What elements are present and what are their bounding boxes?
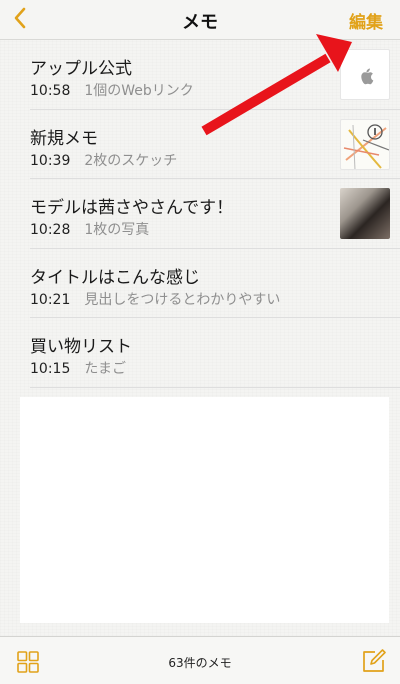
note-row[interactable]: タイトルはこんな感じ 10:21 見出しをつけるとわかりやすい [30,249,400,318]
bottom-toolbar: 63件のメモ [0,636,400,684]
note-subtitle: 10:39 2枚のスケッチ [30,150,177,170]
note-subtitle: 10:15 たまご [30,358,126,378]
notes-list: アップル公式 10:58 1個のWebリンク 新規メモ 10:39 2枚のスケッチ [0,40,400,388]
note-preview: 見出しをつけるとわかりやすい [84,291,281,308]
note-title: モデルは茜さやさんです！ [30,198,234,218]
note-preview: たまご [84,361,126,377]
note-time: 10:58 [30,83,71,99]
note-row[interactable]: 買い物リスト 10:15 たまご [30,318,400,388]
note-title: アップル公式 [30,59,132,79]
note-photo-thumbnail [340,188,390,239]
blank-overlay-card [20,397,389,623]
note-row[interactable]: モデルは茜さやさんです！ 10:28 1枚の写真 [30,179,400,249]
note-preview: 1枚の写真 [84,222,150,238]
note-time: 10:39 [30,152,71,169]
note-title: 新規メモ [30,128,98,149]
apple-logo-icon [361,68,374,85]
note-subtitle: 10:28 1枚の写真 [30,219,149,239]
note-subtitle: 10:58 1個のWebリンク [30,80,194,100]
note-thumbnail [340,118,390,170]
note-time: 10:15 [30,361,71,377]
note-time: 10:28 [30,222,71,238]
note-preview: 2枚のスケッチ [84,152,178,169]
note-title: 買い物リスト [30,337,132,357]
sketch-map-icon [343,123,389,169]
note-count-label: 63件のメモ [168,656,232,670]
compose-icon [363,649,386,672]
note-preview: 1個のWebリンク [84,83,194,99]
note-row[interactable]: アップル公式 10:58 1個のWebリンク [30,40,400,110]
compose-button[interactable] [361,648,387,674]
navigation-bar: メモ 編集 [0,0,400,40]
note-row[interactable]: 新規メモ 10:39 2枚のスケッチ [30,110,400,179]
edit-button[interactable]: 編集 [349,8,383,33]
note-time: 10:21 [30,291,71,308]
note-title: タイトルはこんな感じ [30,267,200,288]
page-title: メモ [182,12,218,33]
note-thumbnail [340,49,390,100]
note-subtitle: 10:21 見出しをつけるとわかりやすい [30,289,280,309]
